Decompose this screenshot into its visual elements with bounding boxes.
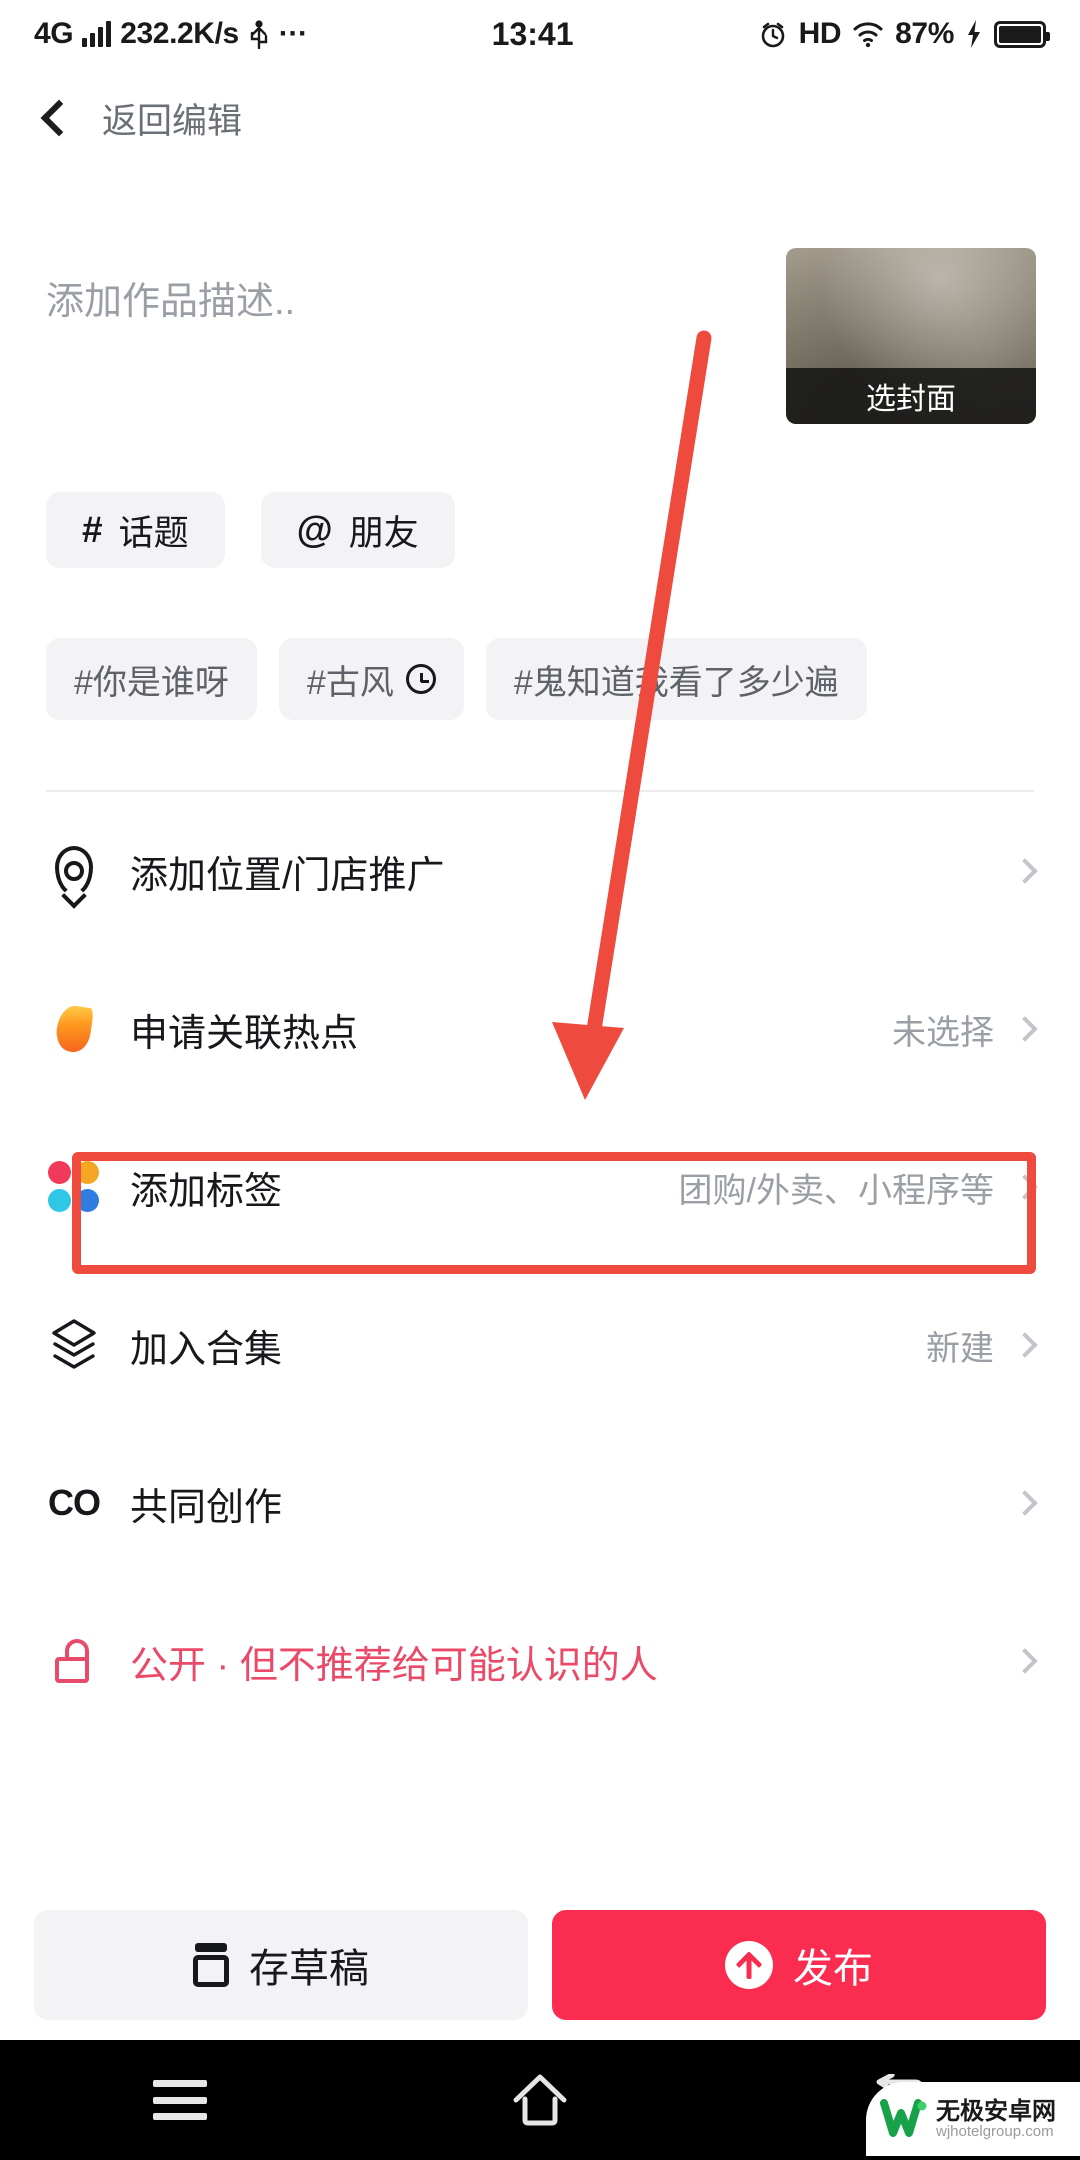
settings-row-label: 申请关联热点 bbox=[130, 1012, 359, 1055]
flame-icon bbox=[46, 1001, 102, 1057]
hashtag-pill[interactable]: #古风 bbox=[278, 638, 464, 720]
hash-icon: # bbox=[82, 509, 103, 550]
chevron-right-icon bbox=[1012, 858, 1038, 884]
status-bar: 4G 232.2K/s ··· 13:41 HD 87% bbox=[0, 0, 1080, 68]
settings-row-value: 未选择 bbox=[892, 1013, 994, 1052]
nav-menu-button[interactable] bbox=[90, 2040, 270, 2160]
cover-thumbnail[interactable]: 选封面 bbox=[786, 248, 1036, 424]
topic-chip[interactable]: # 话题 bbox=[46, 492, 225, 568]
friend-chip-label: 朋友 bbox=[348, 513, 419, 553]
wifi-icon bbox=[852, 20, 884, 48]
four-dots-icon bbox=[46, 1159, 102, 1215]
settings-row-add-tag[interactable]: 添加标签 团购/外卖、小程序等 bbox=[0, 1108, 1080, 1266]
hashtag-pill[interactable]: #你是谁呀 bbox=[46, 638, 257, 720]
phone-screen: 4G 232.2K/s ··· 13:41 HD 87% 返回编辑 添加作品描述… bbox=[0, 0, 1080, 2160]
menu-icon bbox=[153, 2080, 207, 2120]
settings-row-label: 公开 · 但不推荐给可能认识的人 bbox=[130, 1644, 658, 1687]
battery-percent-label: 87% bbox=[895, 17, 954, 50]
nav-home-button[interactable] bbox=[450, 2040, 630, 2160]
description-placeholder: 添加作品描述.. bbox=[46, 281, 296, 323]
site-watermark: 无极安卓网 wjhotelgroup.com bbox=[866, 2082, 1080, 2156]
chevron-right-icon bbox=[1012, 1332, 1038, 1358]
usb-icon bbox=[248, 19, 270, 49]
hashtag-pill-label: #你是谁呀 bbox=[74, 663, 229, 702]
save-draft-label: 存草稿 bbox=[249, 1947, 369, 1991]
lightning-bolt-icon bbox=[965, 19, 983, 49]
data-speed-label: 232.2K/s bbox=[120, 17, 239, 50]
settings-row-hotspot[interactable]: 申请关联热点 未选择 bbox=[0, 950, 1080, 1108]
settings-row-label: 共同创作 bbox=[130, 1486, 283, 1529]
status-bar-center: 13:41 bbox=[308, 16, 758, 53]
quick-insert-chips: # 话题 @ 朋友 bbox=[46, 492, 455, 568]
topic-chip-label: 话题 bbox=[118, 513, 189, 553]
save-draft-button[interactable]: 存草稿 bbox=[34, 1910, 528, 2020]
settings-row-location[interactable]: 添加位置/门店推广 bbox=[0, 792, 1080, 950]
bottom-action-bar: 存草稿 发布 bbox=[0, 1890, 1080, 2040]
settings-row-label: 添加标签 bbox=[130, 1170, 283, 1213]
at-icon: @ bbox=[296, 509, 333, 550]
clock-label: 13:41 bbox=[491, 15, 574, 52]
w-logo-icon bbox=[880, 2097, 928, 2141]
header-bar: 返回编辑 bbox=[0, 68, 1080, 168]
chevron-right-icon bbox=[1012, 1016, 1038, 1042]
settings-row-privacy[interactable]: 公开 · 但不推荐给可能认识的人 bbox=[0, 1582, 1080, 1740]
settings-list: 添加位置/门店推广 申请关联热点 未选择 添加标签 团购/外卖、小程序等 加入合… bbox=[0, 792, 1080, 1740]
friend-chip[interactable]: @ 朋友 bbox=[260, 492, 455, 568]
settings-row-collection[interactable]: 加入合集 新建 bbox=[0, 1266, 1080, 1424]
chevron-right-icon bbox=[1012, 1174, 1038, 1200]
watermark-text: 无极安卓网 wjhotelgroup.com bbox=[936, 2097, 1056, 2140]
hashtag-suggestion-row[interactable]: #你是谁呀 #古风 #鬼知道我看了多少遍 bbox=[46, 638, 1080, 720]
settings-row-cocreate[interactable]: CO 共同创作 bbox=[0, 1424, 1080, 1582]
settings-row-value: 团购/外卖、小程序等 bbox=[678, 1171, 994, 1210]
ellipsis-icon: ··· bbox=[278, 17, 308, 50]
hd-label: HD bbox=[798, 17, 842, 50]
settings-row-label: 加入合集 bbox=[130, 1328, 283, 1371]
hashtag-pill-label: #鬼知道我看了多少遍 bbox=[513, 663, 839, 702]
co-create-icon: CO bbox=[48, 1482, 101, 1523]
status-bar-left: 4G 232.2K/s ··· bbox=[34, 17, 308, 51]
network-type-label: 4G bbox=[34, 17, 74, 50]
clock-icon bbox=[405, 664, 436, 694]
battery-icon bbox=[994, 20, 1050, 48]
status-bar-right: HD 87% bbox=[758, 17, 1050, 51]
save-draft-icon bbox=[193, 1943, 229, 1987]
settings-row-label: 添加位置/门店推广 bbox=[130, 854, 445, 897]
hashtag-pill-label: #古风 bbox=[306, 663, 394, 702]
upload-arrow-icon bbox=[725, 1941, 773, 1989]
publish-label: 发布 bbox=[793, 1947, 873, 1991]
layers-icon bbox=[46, 1317, 102, 1373]
hashtag-pill[interactable]: #鬼知道我看了多少遍 bbox=[485, 638, 867, 720]
chevron-right-icon bbox=[1012, 1490, 1038, 1516]
watermark-url: wjhotelgroup.com bbox=[936, 2122, 1054, 2140]
location-pin-icon bbox=[46, 843, 102, 899]
watermark-title: 无极安卓网 bbox=[936, 2097, 1056, 2125]
home-icon bbox=[511, 2072, 569, 2128]
publish-button[interactable]: 发布 bbox=[552, 1910, 1046, 2020]
header-title[interactable]: 返回编辑 bbox=[102, 93, 242, 144]
chevron-right-icon bbox=[1012, 1648, 1038, 1674]
settings-row-value: 新建 bbox=[926, 1329, 994, 1368]
unlock-icon bbox=[46, 1633, 102, 1689]
alarm-clock-icon bbox=[758, 19, 788, 49]
signal-strength-icon bbox=[82, 21, 112, 47]
select-cover-button[interactable]: 选封面 bbox=[786, 368, 1036, 424]
chevron-left-icon[interactable] bbox=[40, 99, 78, 137]
